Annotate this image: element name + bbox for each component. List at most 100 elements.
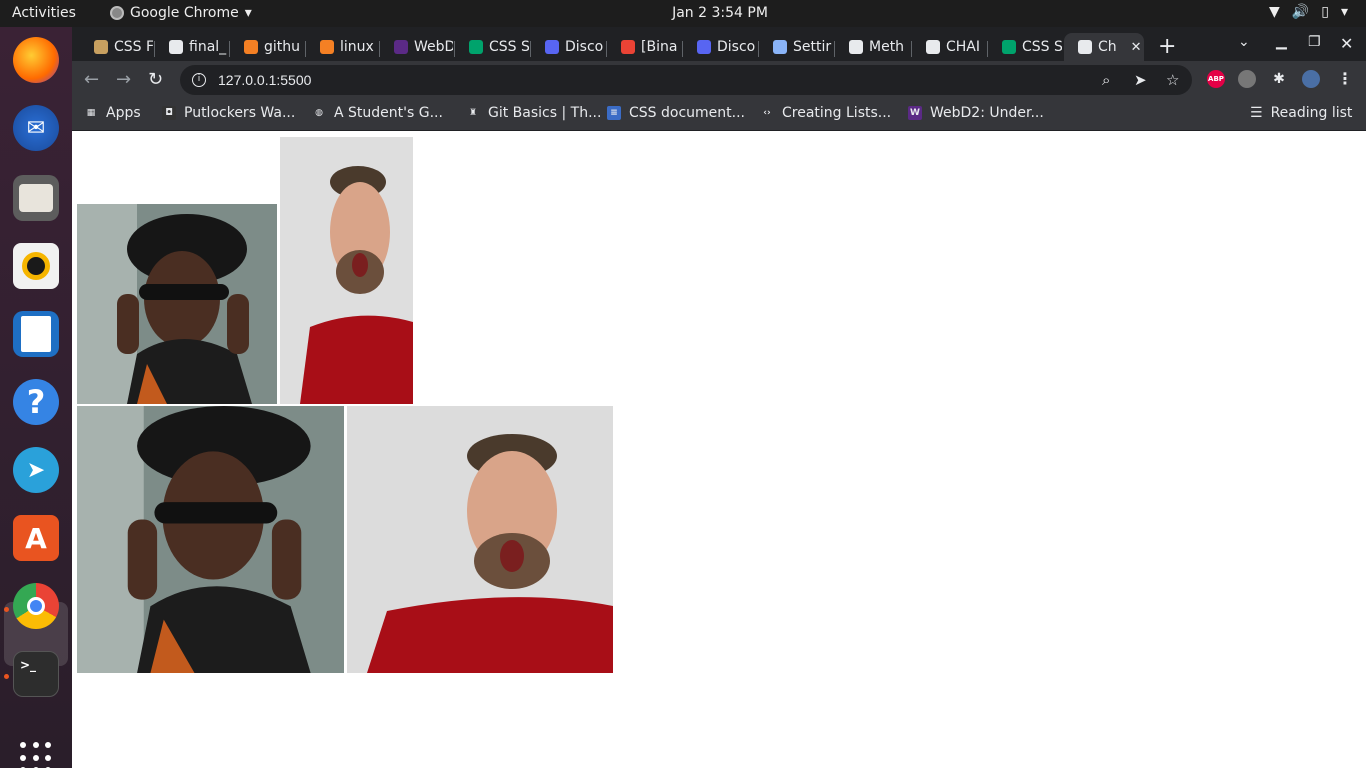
tab-label: [Bina: [641, 39, 678, 55]
man-image: [347, 406, 613, 673]
adblock-icon[interactable]: ABP: [1207, 70, 1225, 88]
system-tray[interactable]: ▼ 🔊 ▯ ▾: [1269, 4, 1348, 20]
globe-icon: [1078, 40, 1092, 54]
browser-toolbar: ← → ↻ i ⌕ ➤ ☆ ABP ✱ ⋮: [72, 61, 1366, 98]
puzzle-icon[interactable]: ✱: [1270, 70, 1288, 88]
bookmark-label: CSS document...: [629, 105, 745, 121]
bookmarks-bar: ▦ Apps ◘ Putlockers Wa... ◍ A Student's G... ♜…: [72, 98, 1366, 131]
bookmark-5[interactable]: ‹› Creating Lists...: [760, 105, 891, 121]
terminal-icon[interactable]: >_: [13, 651, 59, 697]
w-green-icon: [469, 40, 483, 54]
bookmark-label: Creating Lists...: [782, 105, 892, 121]
discord-icon: [545, 40, 559, 54]
apps-grid-icon: ▦: [86, 108, 96, 118]
restore-button[interactable]: ❐: [1308, 34, 1321, 50]
minimize-button[interactable]: ▁: [1276, 34, 1287, 50]
tab-13[interactable]: Ch ✕: [1064, 33, 1144, 61]
software-center-icon[interactable]: A: [13, 515, 59, 561]
system-top-bar: Activities Google Chrome ▾ Jan 2 3:54 PM…: [0, 0, 1366, 27]
rhythmbox-icon[interactable]: [13, 243, 59, 289]
tab-label: Ch: [1098, 39, 1117, 55]
bookmark-label: A Student's G...: [334, 105, 443, 121]
man-image: [280, 137, 413, 404]
tab-4[interactable]: WebD: [380, 33, 453, 61]
zoom-icon[interactable]: ⌕: [1102, 71, 1110, 89]
tab-7[interactable]: [Bina: [607, 33, 681, 61]
bookmark-6[interactable]: W WebD2: Under...: [908, 105, 1044, 121]
running-indicator: [4, 674, 9, 679]
show-applications-icon[interactable]: [20, 742, 52, 774]
stackoverflow-icon: [320, 40, 334, 54]
thunderbird-icon[interactable]: ✉: [13, 105, 59, 151]
close-tab-icon[interactable]: ✕: [1131, 40, 1142, 55]
gmail-icon: [621, 40, 635, 54]
send-icon[interactable]: ➤: [1134, 71, 1147, 89]
reading-list-label: Reading list: [1270, 105, 1353, 121]
reading-list-icon: ☰: [1250, 105, 1263, 121]
tab-6[interactable]: Disco: [531, 33, 605, 61]
libreoffice-writer-icon[interactable]: [13, 311, 59, 357]
tab-12[interactable]: CSS S: [988, 33, 1062, 61]
putlockers-icon: ◘: [162, 106, 176, 120]
battery-icon: ▯: [1321, 4, 1329, 20]
woman-photo-large: [77, 406, 344, 673]
bookmark-4[interactable]: ≡ CSS document...: [607, 105, 745, 121]
tab-11[interactable]: CHAI: [912, 33, 986, 61]
tab-search-icon[interactable]: ⌄: [1238, 34, 1250, 50]
firefox-icon[interactable]: [13, 37, 59, 83]
tab-9[interactable]: Settir: [759, 33, 833, 61]
help-icon[interactable]: ?: [13, 379, 59, 425]
reload-button[interactable]: ↻: [148, 69, 163, 90]
bookmark-label: WebD2: Under...: [930, 105, 1044, 121]
stackoverflow-icon: [244, 40, 258, 54]
chevron-down-icon: ▾: [1340, 4, 1348, 20]
tab-label: Meth: [869, 39, 905, 55]
back-button[interactable]: ←: [84, 69, 99, 90]
address-bar[interactable]: i ⌕ ➤ ☆: [180, 65, 1192, 95]
bookmark-label: Putlockers Wa...: [184, 105, 296, 121]
w-green-icon: [1002, 40, 1016, 54]
bookmark-3[interactable]: ♜ Git Basics | Th...: [466, 105, 601, 121]
tab-label: linux: [340, 39, 374, 55]
tab-label: final_: [189, 39, 227, 55]
new-tab-button[interactable]: +: [1158, 34, 1176, 59]
code-icon: ‹›: [763, 108, 771, 118]
woman-image: [77, 406, 344, 673]
avatar[interactable]: [1302, 70, 1320, 88]
bookmark-label: Apps: [106, 105, 141, 121]
files-icon[interactable]: [13, 175, 59, 221]
globe-icon: ◍: [315, 108, 323, 118]
running-indicator: [4, 607, 9, 612]
man-photo-large: [347, 406, 613, 673]
tab-3[interactable]: linux: [306, 33, 378, 61]
telegram-icon[interactable]: ➤: [13, 447, 59, 493]
bookmark-1[interactable]: ◘ Putlockers Wa...: [162, 105, 295, 121]
tab-10[interactable]: Meth: [835, 33, 910, 61]
woman-photo-small: [77, 204, 277, 404]
tab-0[interactable]: CSS F: [80, 33, 153, 61]
man-photo-small: [280, 137, 413, 404]
reading-list-button[interactable]: ☰ Reading list: [1250, 105, 1352, 121]
bookmark-star-icon[interactable]: ☆: [1166, 71, 1179, 89]
tab-1[interactable]: final_: [155, 33, 228, 61]
gear-icon: [773, 40, 787, 54]
tab-label: Settir: [793, 39, 832, 55]
chrome-icon[interactable]: [13, 583, 59, 629]
bookmark-0[interactable]: ▦ Apps: [84, 105, 141, 121]
site-info-icon[interactable]: i: [192, 73, 206, 87]
woman-image: [77, 204, 277, 404]
clock[interactable]: Jan 2 3:54 PM: [0, 5, 1366, 21]
tab-2[interactable]: githu: [230, 33, 304, 61]
wifi-icon: ▼: [1269, 4, 1280, 20]
more-menu-icon[interactable]: ⋮: [1336, 70, 1354, 88]
bookmark-2[interactable]: ◍ A Student's G...: [312, 105, 443, 121]
tab-5[interactable]: CSS S: [455, 33, 529, 61]
github-icon: [169, 40, 183, 54]
extension-icon[interactable]: [1238, 70, 1256, 88]
forward-button[interactable]: →: [116, 69, 131, 90]
close-window-button[interactable]: ✕: [1340, 34, 1353, 53]
discord-icon: [697, 40, 711, 54]
url-input[interactable]: [218, 72, 1018, 88]
volume-icon: 🔊: [1291, 4, 1310, 20]
tab-8[interactable]: Disco: [683, 33, 757, 61]
